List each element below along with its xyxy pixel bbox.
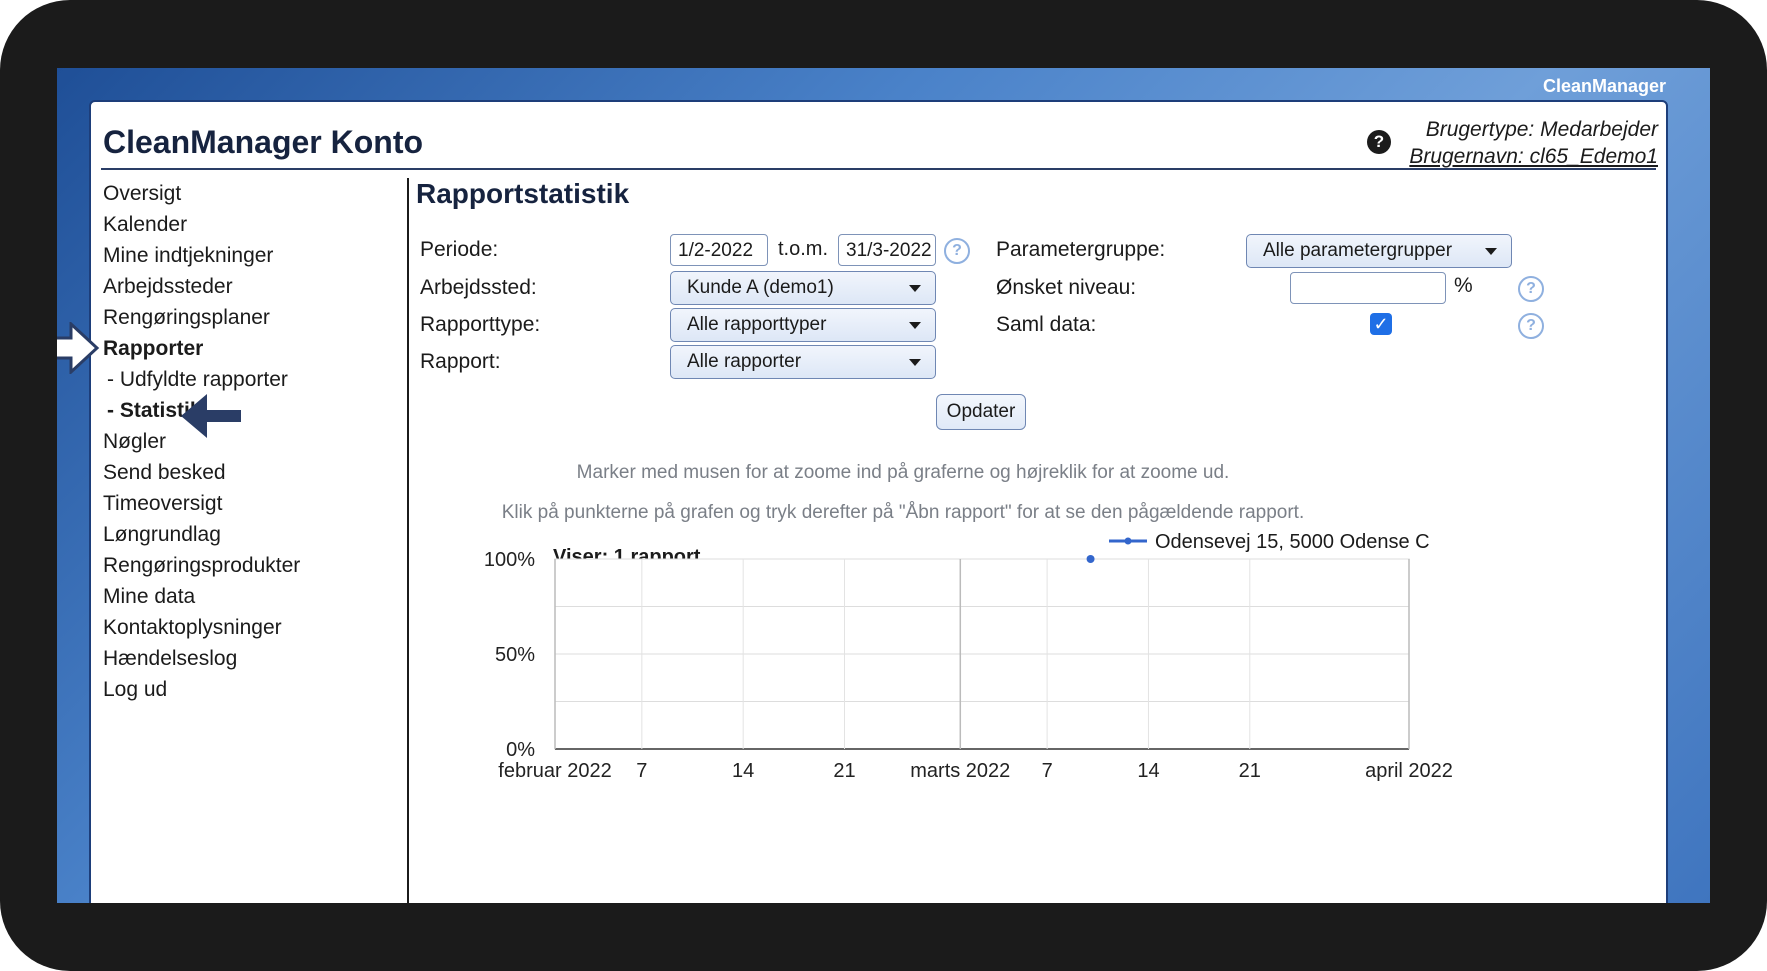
arbejdssted-value: Kunde A (demo1) — [687, 277, 834, 298]
user-info: Brugertype: Medarbejder Brugernavn: cl65… — [1409, 116, 1658, 170]
user-type: Brugertype: Medarbejder — [1425, 118, 1658, 141]
periode-help-icon[interactable]: ? — [944, 238, 970, 264]
chevron-down-icon — [909, 359, 921, 366]
page-title: CleanManager Konto — [103, 124, 424, 160]
sidebar-item-rengoringsplaner[interactable]: Rengøringsplaner — [103, 302, 373, 333]
niveau-input[interactable] — [1290, 272, 1446, 304]
sidebar-item-kontaktoplysninger[interactable]: Kontaktoplysninger — [103, 612, 373, 643]
zoom-hint: Marker med musen for at zoome ind på gra… — [576, 462, 1230, 483]
arbejdssted-label: Arbejdssted: — [420, 276, 537, 299]
chevron-down-icon — [1485, 248, 1497, 255]
rapporttype-value: Alle rapporttyper — [687, 314, 827, 335]
sidebar-item-oversigt[interactable]: Oversigt — [103, 178, 373, 209]
device-frame: CleanManager CleanManager Konto ? Bruger… — [0, 0, 1767, 971]
x-tick-label: 14 — [732, 760, 754, 782]
sidebar-item-mine-data[interactable]: Mine data — [103, 581, 373, 612]
x-tick-label: marts 2022 — [910, 760, 1010, 782]
update-button[interactable]: Opdater — [936, 394, 1026, 430]
sidebar-item-kalender[interactable]: Kalender — [103, 209, 373, 240]
sidebar-item-arbejdssteder[interactable]: Arbejdssteder — [103, 271, 373, 302]
sidebar-item-rengoringsprodukter[interactable]: Rengøringsprodukter — [103, 550, 373, 581]
checkmark-icon: ✓ — [1373, 314, 1389, 334]
periode-from-input[interactable]: 1/2-2022 — [670, 234, 768, 266]
parametergruppe-select[interactable]: Alle parametergrupper — [1246, 234, 1512, 268]
header-divider — [101, 168, 1656, 170]
x-tick-label: februar 2022 — [498, 760, 611, 782]
x-tick-label: 14 — [1137, 760, 1159, 782]
x-tick-label: 7 — [1042, 760, 1053, 782]
sidebar-item-rapporter[interactable]: Rapporter — [103, 333, 373, 364]
x-tick-label: 21 — [1239, 760, 1261, 782]
y-tick-label: 50% — [495, 644, 535, 666]
saml-help-icon[interactable]: ? — [1518, 313, 1544, 339]
niveau-help-icon[interactable]: ? — [1518, 276, 1544, 302]
chevron-down-icon — [909, 322, 921, 329]
arrow-left-icon — [181, 394, 241, 438]
section-heading: Rapportstatistik — [416, 178, 630, 209]
y-tick-label: 0% — [506, 739, 535, 761]
legend-marker — [1124, 537, 1132, 545]
user-name: Brugernavn: cl65_Edemo1 — [1409, 145, 1658, 168]
rapporttype-select[interactable]: Alle rapporttyper — [670, 308, 936, 342]
legend-label: Odensevej 15, 5000 Odense C — [1155, 531, 1430, 553]
sidebar-item-haendelseslog[interactable]: Hændelseslog — [103, 643, 373, 674]
periode-separator: t.o.m. — [778, 238, 829, 260]
app-window: CleanManager CleanManager Konto ? Bruger… — [57, 68, 1710, 903]
niveau-unit: % — [1454, 274, 1473, 297]
saml-label: Saml data: — [996, 313, 1097, 336]
arbejdssted-select[interactable]: Kunde A (demo1) — [670, 271, 936, 305]
parametergruppe-label: Parametergruppe: — [996, 238, 1166, 261]
account-panel: CleanManager Konto ? Brugertype: Medarbe… — [89, 100, 1668, 903]
data-point[interactable] — [1086, 555, 1095, 563]
chevron-down-icon — [909, 285, 921, 292]
parametergruppe-value: Alle parametergrupper — [1263, 240, 1453, 261]
y-tick-label: 100% — [484, 549, 535, 571]
help-icon[interactable]: ? — [1367, 130, 1391, 154]
rapport-value: Alle rapporter — [687, 351, 802, 372]
brand-label: CleanManager — [1542, 76, 1666, 96]
periode-to-input[interactable]: 31/3-2022 — [838, 234, 936, 266]
arrow-right-icon — [57, 322, 100, 374]
sidebar-divider — [407, 178, 409, 903]
x-tick-label: 7 — [636, 760, 647, 782]
x-tick-label: april 2022 — [1365, 760, 1453, 782]
rapport-select[interactable]: Alle rapporter — [670, 345, 936, 379]
sidebar-item-log-ud[interactable]: Log ud — [103, 674, 373, 705]
x-tick-label: 21 — [833, 760, 855, 782]
rapporttype-label: Rapporttype: — [420, 313, 541, 336]
click-hint: Klik på punkterne på grafen og tryk dere… — [501, 502, 1305, 523]
rapport-label: Rapport: — [420, 350, 501, 373]
main-content: Rapportstatistik Periode: 1/2-2022 t.o.m… — [410, 174, 1656, 903]
sidebar-item-mine-indtjekninger[interactable]: Mine indtjekninger — [103, 240, 373, 271]
periode-label: Periode: — [420, 238, 499, 261]
line-chart[interactable]: februar 2022 7 14 21 marts 2022 7 14 21 april 20… — [470, 531, 1570, 819]
niveau-label: Ønsket niveau: — [996, 276, 1137, 299]
saml-checkbox[interactable]: ✓ — [1370, 313, 1392, 335]
